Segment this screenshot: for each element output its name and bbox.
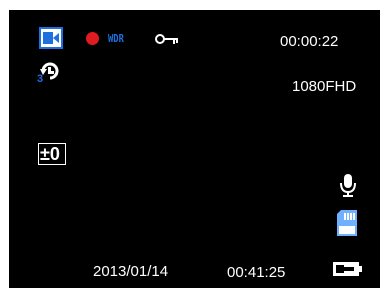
- video-camera-icon: [39, 27, 63, 49]
- exposure-indicator: ±0: [38, 143, 66, 165]
- clock-label: 00:41:25: [227, 264, 286, 281]
- key-icon: [155, 33, 179, 45]
- date-label: 2013/01/14: [93, 263, 169, 280]
- power-plug-icon: [332, 261, 362, 277]
- record-dot-icon: [86, 32, 99, 45]
- microphone-icon: [340, 173, 356, 197]
- wdr-label: WDR: [108, 32, 124, 45]
- loop-minutes-label: 3: [37, 73, 44, 85]
- resolution-label: 1080FHD: [292, 78, 357, 95]
- dashcam-screen: WDR 00:00:22 3 1080FHD ±0 2013/01/14 00:…: [9, 10, 380, 288]
- sd-card-icon: [336, 209, 358, 237]
- exposure-label: ±0: [40, 144, 60, 164]
- record-timer: 00:00:22: [280, 33, 339, 50]
